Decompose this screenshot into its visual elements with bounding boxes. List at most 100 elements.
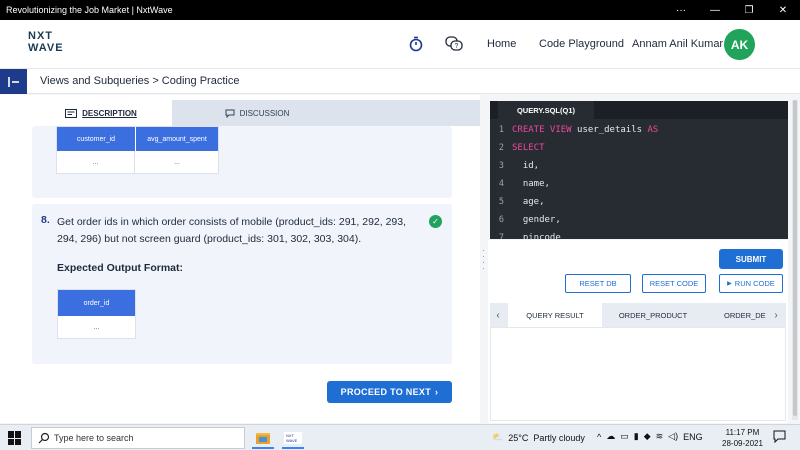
line-number: 1 xyxy=(498,125,504,135)
top-navbar: NXT WAVE ? Home Code Playground Annam An… xyxy=(0,20,800,68)
discussion-help-icon[interactable]: ? xyxy=(444,34,464,54)
nxtwave-app-icon[interactable]: NXT WAVE xyxy=(278,427,308,449)
breadcrumb: Views and Subqueries > Coding Practice xyxy=(40,75,240,87)
tab-discussion[interactable]: DISCUSSION xyxy=(172,100,342,126)
more-options-button[interactable]: ··· xyxy=(664,5,698,16)
code-line[interactable]: 4 name, xyxy=(490,175,788,193)
clock-date: 28-09-2021 xyxy=(722,439,763,448)
run-code-button[interactable]: ▶ RUN CODE xyxy=(719,274,783,293)
stopwatch-icon[interactable] xyxy=(406,34,426,54)
code-text: gender, xyxy=(512,215,561,225)
panel-tabs: DESCRIPTION DISCUSSION xyxy=(30,100,480,126)
nav-home-link[interactable]: Home xyxy=(487,38,516,50)
wifi-icon[interactable]: ≋ xyxy=(656,431,664,442)
code-text: pincode xyxy=(512,233,561,239)
submit-button[interactable]: SUBMIT xyxy=(719,249,783,269)
sidebar-toggle-button[interactable] xyxy=(0,69,27,94)
table-header: avg_amount_spent xyxy=(136,127,218,151)
reset-db-button[interactable]: RESET DB xyxy=(565,274,631,293)
code-line[interactable]: 3 id, xyxy=(490,157,788,175)
maximize-button[interactable]: ❐ xyxy=(732,5,766,16)
expected-output-label: Expected Output Format: xyxy=(57,262,184,274)
weather-widget[interactable]: ⛅ 25°C Partly cloudy xyxy=(492,432,585,443)
table-header: order_id xyxy=(58,290,135,316)
question-number: 8. xyxy=(41,214,50,226)
code-line[interactable]: 2 SELECT xyxy=(490,139,788,157)
svg-text:WAVE: WAVE xyxy=(286,438,298,443)
onedrive-icon[interactable]: ☁ xyxy=(606,431,615,442)
page-scrollbar[interactable] xyxy=(792,100,798,420)
dropbox-icon[interactable]: ◆ xyxy=(644,431,651,442)
tab-query-result[interactable]: QUERY RESULT xyxy=(508,303,602,327)
language-indicator[interactable]: ENG xyxy=(683,432,703,442)
code-line[interactable]: 1 CREATE VIEW user_details AS xyxy=(490,121,788,139)
table-header: customer_id xyxy=(57,127,135,151)
partly-cloudy-icon: ⛅ xyxy=(492,432,504,442)
table-cell: ... xyxy=(93,323,100,331)
logo-line-2: WAVE xyxy=(28,42,64,54)
expected-output-table: order_id ... xyxy=(57,289,136,339)
windows-start-icon[interactable] xyxy=(8,431,22,445)
chevron-up-icon[interactable]: ^ xyxy=(597,432,601,442)
chevron-left-icon[interactable]: ‹ xyxy=(490,303,506,327)
windows-taskbar: Type here to search NXT WAVE ⛅ 25°C Partl… xyxy=(0,424,800,450)
weather-temp: 25°C xyxy=(508,432,529,443)
clock-time: 11:17 PM xyxy=(725,428,760,437)
user-avatar[interactable]: AK xyxy=(724,29,755,60)
chat-bubble-icon xyxy=(225,109,235,118)
nxtwave-logo[interactable]: NXT WAVE xyxy=(28,30,70,58)
reset-code-button[interactable]: RESET CODE xyxy=(642,274,706,293)
search-placeholder: Type here to search xyxy=(54,433,134,443)
editor-tabbar: QUERY.SQL(Q1) xyxy=(490,101,788,119)
minimize-button[interactable]: — xyxy=(698,5,732,16)
taskbar-clock[interactable]: 11:17 PM 28-09-2021 xyxy=(722,427,763,449)
close-window-button[interactable]: ✕ xyxy=(766,5,800,16)
editor-tab-query-sql[interactable]: QUERY.SQL(Q1) xyxy=(498,101,594,119)
code-text: id, xyxy=(512,161,540,171)
window-title: Revolutionizing the Job Market | NxtWave xyxy=(6,5,173,15)
table-cell: ... xyxy=(174,158,180,166)
search-icon xyxy=(38,432,50,444)
code-line[interactable]: 7 pincode xyxy=(490,229,788,239)
code-text: age, xyxy=(512,197,545,207)
question-text: Get order ids in which order consists of… xyxy=(57,216,407,245)
user-name[interactable]: Annam Anil Kumar xyxy=(632,38,723,50)
line-number: 3 xyxy=(498,161,504,171)
code-line[interactable]: 5 age, xyxy=(490,193,788,211)
tab-discussion-label: DISCUSSION xyxy=(239,108,290,118)
chevron-right-icon: › xyxy=(435,387,439,397)
line-number: 5 xyxy=(498,197,504,207)
scrollbar-thumb[interactable] xyxy=(793,100,797,416)
tab-order-product[interactable]: ORDER_PRODUCT xyxy=(606,303,700,327)
battery-icon[interactable]: ▮ xyxy=(634,431,639,442)
run-code-label: RUN CODE xyxy=(734,279,775,288)
line-number: 7 xyxy=(498,233,504,239)
description-icon xyxy=(65,108,78,118)
prev-output-table: customer_id avg_amount_spent ... ... xyxy=(56,126,219,174)
system-tray: ^ ☁ ▭ ▮ ◆ ≋ ◁) ENG xyxy=(597,431,703,442)
play-icon: ▶ xyxy=(727,281,732,287)
panel-resize-handle[interactable]: · · · · xyxy=(482,247,486,273)
breadcrumb-bar: Views and Subqueries > Coding Practice xyxy=(0,68,800,94)
code-editor[interactable]: QUERY.SQL(Q1) 1 CREATE VIEW user_details … xyxy=(490,101,788,239)
weather-text: Partly cloudy xyxy=(533,432,585,443)
code-text: name, xyxy=(512,179,550,189)
code-text: CREATE VIEW user_details AS xyxy=(512,125,659,135)
svg-text:?: ? xyxy=(455,43,459,50)
query-result-area xyxy=(490,327,786,421)
line-number: 4 xyxy=(498,179,504,189)
tab-order-details[interactable]: ORDER_DE xyxy=(704,303,768,327)
result-tabs: ‹ QUERY RESULT ORDER_PRODUCT ORDER_DE › xyxy=(490,303,786,327)
proceed-to-next-button[interactable]: PROCEED TO NEXT › xyxy=(327,381,452,403)
file-explorer-icon[interactable] xyxy=(248,427,278,449)
volume-icon[interactable]: ◁) xyxy=(668,431,678,442)
nav-code-playground-link[interactable]: Code Playground xyxy=(539,38,624,50)
taskbar-search-input[interactable]: Type here to search xyxy=(31,427,245,449)
logo-line-1: NXT xyxy=(28,30,53,42)
code-text: SELECT xyxy=(512,143,545,153)
tab-description[interactable]: DESCRIPTION xyxy=(30,100,172,126)
notifications-icon[interactable] xyxy=(773,430,786,448)
network-icon[interactable]: ▭ xyxy=(620,431,629,442)
code-line[interactable]: 6 gender, xyxy=(490,211,788,229)
chevron-right-icon[interactable]: › xyxy=(768,303,784,327)
